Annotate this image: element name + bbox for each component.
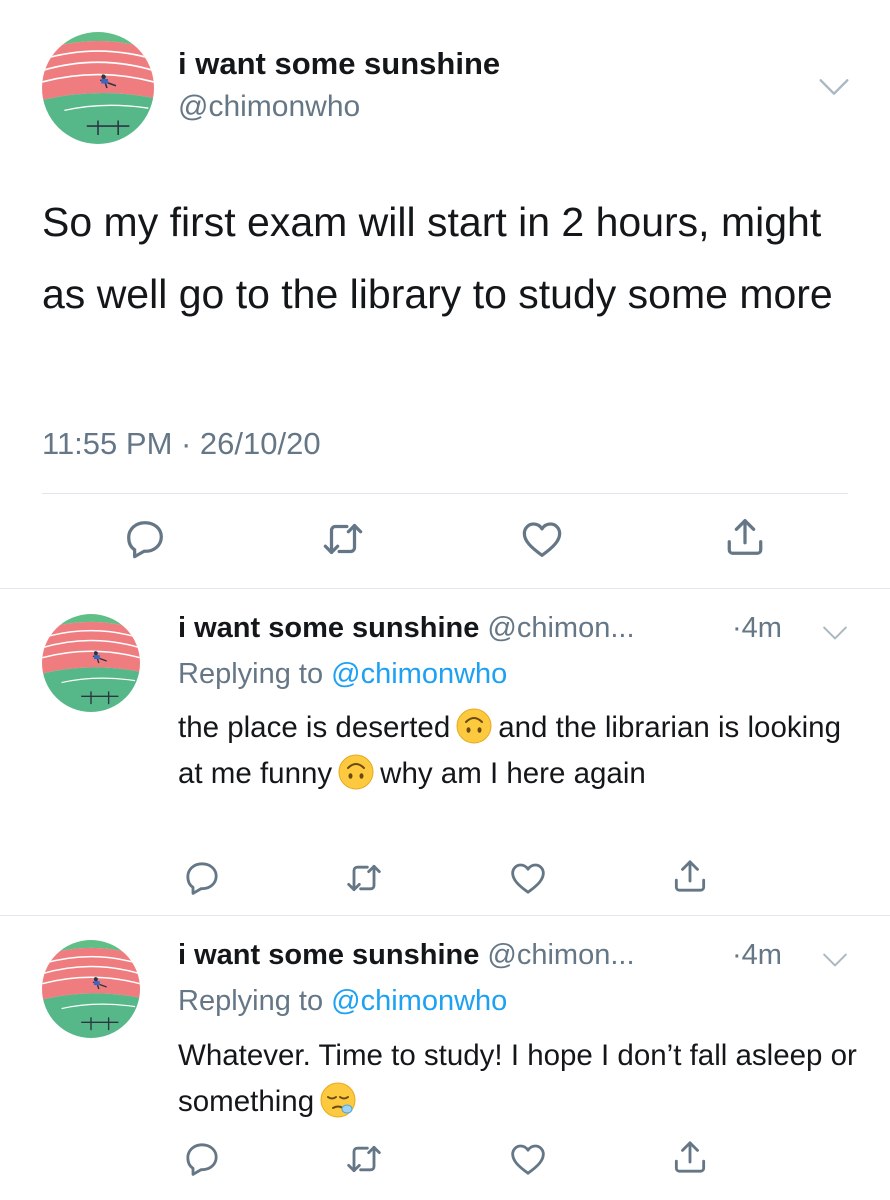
- tweet-time[interactable]: ·4m: [732, 939, 782, 972]
- text-segment: Whatever. Time to study! I hope I don’t …: [178, 1039, 857, 1118]
- avatar-image: [42, 940, 140, 1038]
- avatar[interactable]: [42, 614, 140, 712]
- user-handle[interactable]: @chimonwho: [178, 90, 360, 124]
- avatar[interactable]: [42, 940, 140, 1038]
- chevron-down-icon[interactable]: [822, 624, 848, 642]
- divider: [42, 493, 848, 494]
- replying-to: Replying to @chimonwho: [178, 985, 507, 1018]
- upside-down-face-emoji: [456, 708, 492, 744]
- display-name[interactable]: i want some sunshine: [178, 612, 479, 644]
- chevron-down-icon[interactable]: [818, 76, 850, 98]
- like-icon[interactable]: [508, 858, 548, 898]
- reply-tweet[interactable]: i want some sunshine @chimon... ·4m Repl…: [0, 588, 890, 918]
- reply-header: i want some sunshine @chimon...: [178, 612, 635, 645]
- like-icon[interactable]: [519, 516, 565, 562]
- share-icon[interactable]: [670, 1137, 710, 1177]
- share-icon[interactable]: [722, 514, 768, 560]
- sleepy-face-emoji: [320, 1082, 356, 1118]
- user-handle[interactable]: @chimon...: [487, 612, 634, 644]
- tweet-time[interactable]: ·4m: [732, 612, 782, 645]
- retweet-icon[interactable]: [320, 516, 366, 562]
- replying-to-label: Replying to: [178, 985, 332, 1017]
- reply-icon[interactable]: [122, 516, 168, 562]
- replying-to-label: Replying to: [178, 658, 332, 690]
- display-name[interactable]: i want some sunshine: [178, 939, 479, 971]
- reply-header: i want some sunshine @chimon...: [178, 939, 635, 972]
- share-icon[interactable]: [670, 856, 710, 896]
- tweet-text: the place is deserted and the librarian i…: [178, 705, 858, 797]
- retweet-icon[interactable]: [344, 858, 384, 898]
- tweet-timestamp[interactable]: 11:55 PM · 26/10/20: [42, 426, 321, 462]
- avatar[interactable]: [42, 32, 154, 144]
- reply-icon[interactable]: [182, 1139, 222, 1179]
- replying-to: Replying to @chimonwho: [178, 658, 507, 691]
- text-segment: why am I here again: [380, 757, 646, 790]
- tweet-text: So my first exam will start in 2 hours, …: [42, 199, 833, 317]
- reply-icon[interactable]: [182, 858, 222, 898]
- text-segment: the place is deserted: [178, 711, 451, 744]
- chevron-down-icon[interactable]: [822, 951, 848, 969]
- tweet-text: Whatever. Time to study! I hope I don’t …: [178, 1033, 858, 1125]
- retweet-icon[interactable]: [344, 1139, 384, 1179]
- avatar-image: [42, 32, 154, 144]
- main-tweet[interactable]: i want some sunshine @chimonwho So my fi…: [0, 0, 890, 588]
- reply-tweet[interactable]: i want some sunshine @chimon... ·4m Repl…: [0, 915, 890, 1200]
- like-icon[interactable]: [508, 1139, 548, 1179]
- upside-down-face-emoji: [338, 754, 374, 790]
- avatar-image: [42, 614, 140, 712]
- mention-link[interactable]: @chimonwho: [331, 658, 507, 690]
- user-handle[interactable]: @chimon...: [487, 939, 634, 971]
- mention-link[interactable]: @chimonwho: [331, 985, 507, 1017]
- display-name[interactable]: i want some sunshine: [178, 46, 500, 82]
